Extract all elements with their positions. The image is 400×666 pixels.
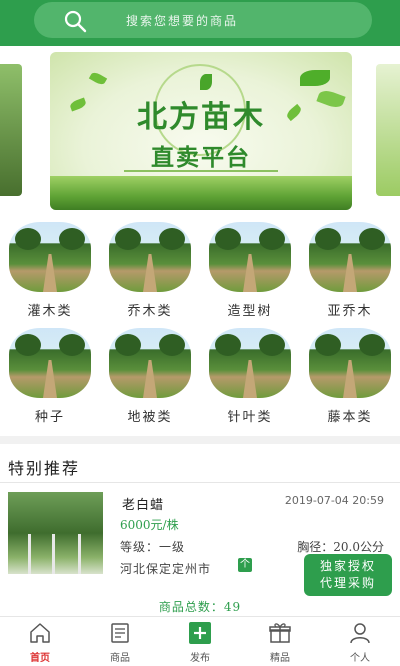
category-thumbnail[interactable] [309,222,391,292]
category-item[interactable]: 灌木类 [4,222,96,322]
agency-promo-button[interactable]: 独家授权 代理采购 [304,554,392,596]
search-bar[interactable]: 搜索您想要的商品 [34,2,372,38]
category-thumbnail[interactable] [309,328,391,398]
category-thumbnail[interactable] [109,328,191,398]
category-thumbnail[interactable] [9,222,91,292]
category-thumbnail[interactable] [109,222,191,292]
section-rule [0,482,400,483]
product-name[interactable]: 老白蜡 [122,494,164,513]
category-label[interactable]: 乔木类 [104,300,196,319]
banner-carousel[interactable]: 北方苗木 直卖平台 [0,46,400,216]
banner-title: 北方苗木 [137,100,265,135]
category-item[interactable]: 地被类 [104,328,196,428]
leaf-decoration [300,70,330,86]
seller-type-badge: 个 [238,558,252,572]
bottom-tab-bar: 首页 商品 发布 精品 个人 [0,616,400,666]
search-placeholder[interactable]: 搜索您想要的商品 [126,12,238,29]
category-label[interactable]: 藤本类 [304,406,396,425]
category-thumbnail[interactable] [209,222,291,292]
product-price: 6000元/株 [120,518,179,532]
banner-slide[interactable]: 北方苗木 直卖平台 [50,52,352,210]
top-bar: 搜索您想要的商品 [0,0,400,46]
category-item[interactable]: 造型树 [204,222,296,322]
promo-line-1: 独家授权 [319,559,376,573]
category-thumbnail[interactable] [209,328,291,398]
product-grade: 等级：一级 [120,540,186,554]
category-label[interactable]: 造型树 [204,300,296,319]
tab-label: 精品 [270,653,290,664]
search-icon[interactable] [62,8,88,34]
category-label[interactable]: 灌木类 [4,300,96,319]
tab-home[interactable]: 首页 [0,617,80,666]
banner-prev-slide[interactable] [0,64,22,196]
total-products-count: 商品总数：49 [158,600,242,614]
tab-label: 首页 [30,653,50,664]
category-item[interactable]: 藤本类 [304,328,396,428]
sprout-decoration [200,74,212,90]
gift-icon [269,623,291,643]
section-divider [0,436,400,444]
banner-next-slide[interactable] [376,64,400,196]
banner-underline [124,170,278,172]
tab-premium[interactable]: 精品 [240,617,320,666]
category-item[interactable]: 针叶类 [204,328,296,428]
leaf-decoration [88,70,108,87]
product-diameter: 胸径：20.0公分 [297,540,384,554]
category-item[interactable]: 乔木类 [104,222,196,322]
category-label[interactable]: 针叶类 [204,406,296,425]
person-icon [350,623,370,644]
product-location: 河北保定定州市 [120,562,212,576]
category-label[interactable]: 种子 [4,406,96,425]
tab-publish[interactable]: 发布 [160,617,240,666]
section-title: 特别推荐 [8,459,81,478]
banner-subtitle: 直卖平台 [151,145,251,171]
category-label[interactable]: 地被类 [104,406,196,425]
plus-icon [189,622,211,644]
banner-field-image [50,176,352,210]
tab-label: 商品 [110,653,130,664]
tab-goods[interactable]: 商品 [80,617,160,666]
category-item[interactable]: 亚乔木 [304,222,396,322]
category-thumbnail[interactable] [9,328,91,398]
tab-label: 发布 [190,653,210,664]
tab-profile[interactable]: 个人 [320,617,400,666]
promo-line-2: 代理采购 [319,576,376,590]
home-icon [30,623,50,643]
product-image[interactable] [8,492,103,574]
category-grid: 灌木类 乔木类 造型树 亚乔木 种子 地被类 针叶类 藤本类 [0,222,400,432]
category-label[interactable]: 亚乔木 [304,300,396,319]
tab-label: 个人 [350,653,370,664]
category-item[interactable]: 种子 [4,328,96,428]
product-date: 2019-07-04 20:59 [284,494,384,507]
goods-icon [111,623,129,643]
